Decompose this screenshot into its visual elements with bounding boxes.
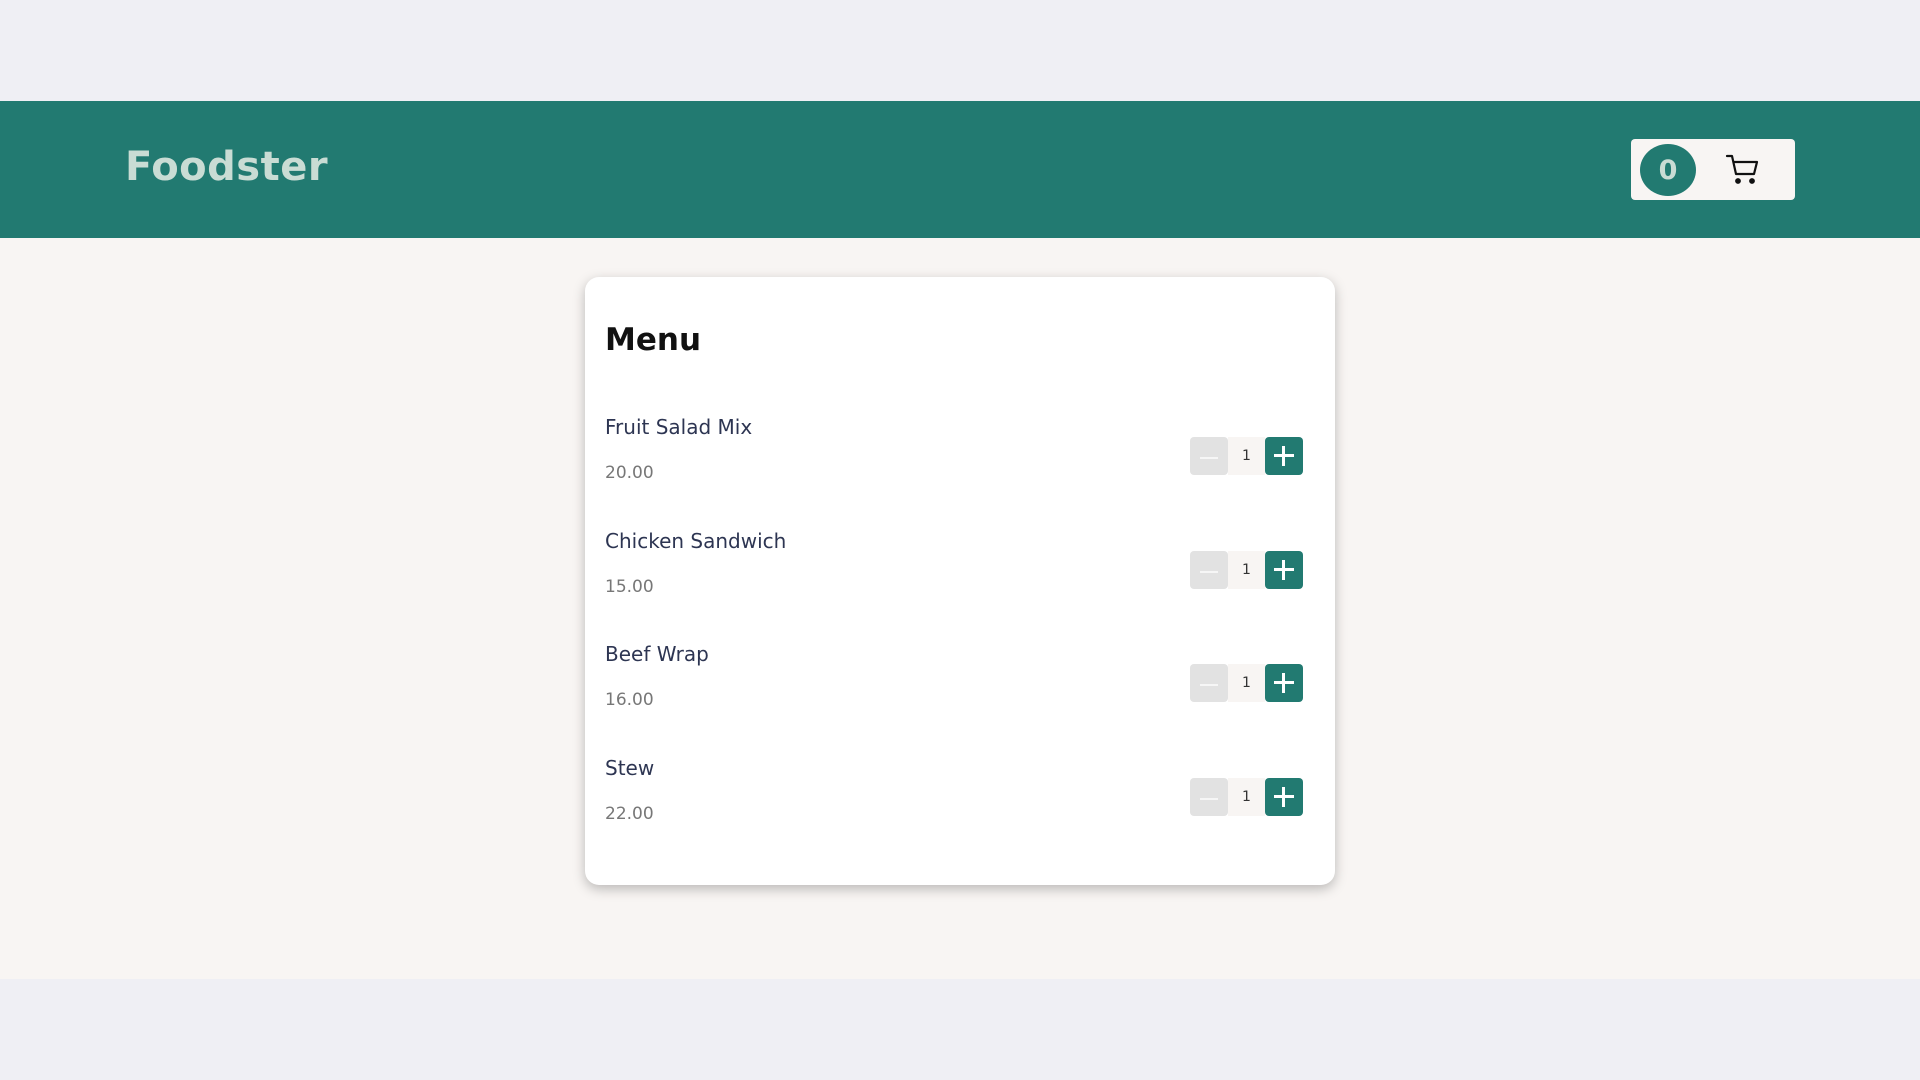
item-price: 16.00	[605, 690, 654, 710]
quantity-value: 1	[1228, 437, 1265, 475]
item-price: 15.00	[605, 577, 654, 597]
decrease-button[interactable]	[1190, 437, 1228, 475]
item-name: Chicken Sandwich	[605, 529, 787, 553]
quantity-value: 1	[1228, 664, 1265, 702]
decrease-button[interactable]	[1190, 664, 1228, 702]
quantity-value: 1	[1228, 778, 1265, 816]
menu-item: Fruit Salad Mix 20.00 1	[585, 415, 1335, 515]
quantity-stepper: 1	[1190, 551, 1303, 589]
quantity-stepper: 1	[1190, 664, 1303, 702]
cart-icon	[1725, 154, 1759, 184]
menu-item: Stew 22.00 1	[585, 756, 1335, 856]
cart-button[interactable]: 0	[1631, 139, 1795, 200]
menu-card: Menu Fruit Salad Mix 20.00 1 Chicken San…	[585, 277, 1335, 885]
increase-button[interactable]	[1265, 778, 1303, 816]
cart-count-badge: 0	[1640, 144, 1696, 196]
item-name: Fruit Salad Mix	[605, 415, 753, 439]
item-name: Stew	[605, 756, 655, 780]
menu-item: Chicken Sandwich 15.00 1	[585, 529, 1335, 629]
increase-button[interactable]	[1265, 437, 1303, 475]
decrease-button[interactable]	[1190, 778, 1228, 816]
increase-button[interactable]	[1265, 551, 1303, 589]
item-name: Beef Wrap	[605, 642, 709, 666]
header: Foodster 0	[0, 101, 1920, 238]
brand-logo[interactable]: Foodster	[125, 143, 328, 191]
menu-item: Beef Wrap 16.00 1	[585, 642, 1335, 742]
quantity-stepper: 1	[1190, 437, 1303, 475]
increase-button[interactable]	[1265, 664, 1303, 702]
decrease-button[interactable]	[1190, 551, 1228, 589]
item-price: 20.00	[605, 463, 654, 483]
app-root: Foodster 0 Menu Fruit Salad Mix 20.00 1 …	[0, 101, 1920, 979]
item-price: 22.00	[605, 804, 654, 824]
quantity-value: 1	[1228, 551, 1265, 589]
quantity-stepper: 1	[1190, 778, 1303, 816]
menu-title: Menu	[605, 322, 702, 358]
